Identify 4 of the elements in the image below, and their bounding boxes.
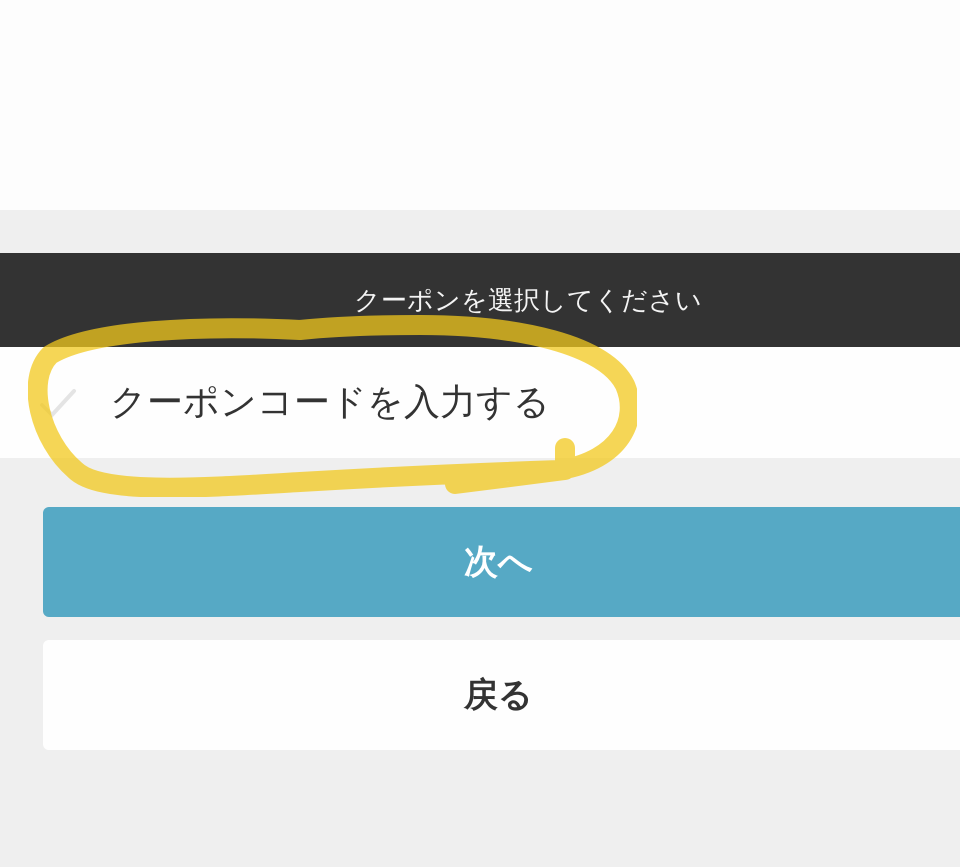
back-button[interactable]: 戻る <box>43 640 960 750</box>
option-label: クーポンコードを入力する <box>110 381 550 425</box>
header-title: クーポンを選択してください <box>353 284 702 318</box>
option-row[interactable]: クーポンコードを入力する <box>0 347 960 458</box>
